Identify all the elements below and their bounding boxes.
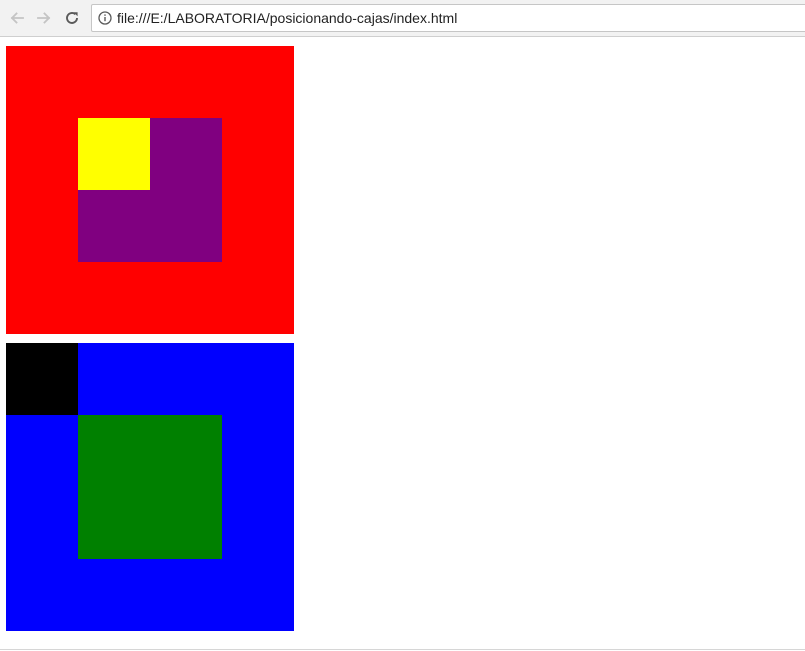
url-text[interactable]: file:///E:/LABORATORIA/posicionando-caja… [117, 10, 457, 26]
arrow-right-icon [36, 10, 52, 26]
green-box [78, 415, 222, 559]
info-icon[interactable] [98, 11, 112, 25]
reload-button[interactable] [61, 7, 83, 29]
purple-box [78, 118, 222, 262]
arrow-left-icon [9, 10, 25, 26]
address-bar[interactable]: file:///E:/LABORATORIA/posicionando-caja… [91, 4, 805, 32]
bottom-divider [0, 649, 805, 650]
red-box [6, 46, 294, 334]
yellow-box [78, 118, 150, 190]
page-viewport [0, 37, 805, 650]
reload-icon [64, 10, 80, 26]
forward-button[interactable] [33, 7, 55, 29]
blue-box [6, 343, 294, 631]
back-button[interactable] [6, 7, 28, 29]
browser-toolbar: file:///E:/LABORATORIA/posicionando-caja… [0, 0, 805, 37]
black-box [6, 343, 78, 415]
